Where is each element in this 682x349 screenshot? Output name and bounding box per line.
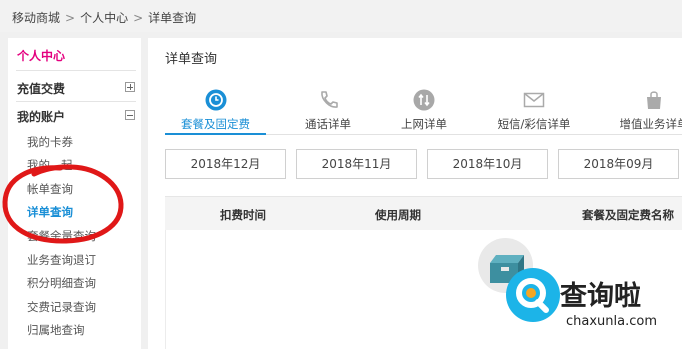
- sidebar: 个人中心 充值交费 我的账户 我的卡券 我的...起 帐单查询 详单查询 套餐余…: [8, 38, 141, 349]
- data-arrows-icon: [413, 89, 435, 111]
- sidebar-item-detail-query[interactable]: 详单查询: [27, 204, 73, 220]
- watermark: 查询啦 chaxunla.com: [498, 256, 682, 349]
- column-header-package-fee-name: 套餐及固定费名称: [582, 208, 674, 222]
- breadcrumb-item-mall[interactable]: 移动商城: [12, 11, 60, 25]
- sidebar-group-my-account[interactable]: 我的账户: [17, 108, 135, 125]
- envelope-icon: [523, 89, 545, 111]
- breadcrumb-item-current: 详单查询: [148, 11, 197, 25]
- sidebar-item-my-coupons[interactable]: 我的卡券: [27, 134, 73, 150]
- sidebar-item-bill-query[interactable]: 帐单查询: [27, 181, 73, 197]
- tab-label: 套餐及固定费: [181, 117, 250, 131]
- watermark-name: 查询啦: [560, 281, 641, 312]
- breadcrumb-separator: >: [65, 11, 76, 25]
- tab-label: 通话详单: [305, 117, 351, 131]
- tab-internet-details[interactable]: 上网详单: [384, 89, 464, 133]
- phone-icon: [317, 89, 339, 111]
- tab-label: 增值业务详单: [619, 117, 682, 131]
- tab-package-fixed-fee[interactable]: 套餐及固定费: [165, 89, 266, 133]
- sidebar-item-points-detail[interactable]: 积分明细查询: [27, 275, 96, 291]
- clock-icon: [205, 89, 227, 111]
- sidebar-item-package-balance[interactable]: 套餐余量查询: [27, 228, 96, 244]
- breadcrumb: 移动商城 > 个人中心 > 详单查询: [0, 0, 682, 32]
- breadcrumb-separator: >: [133, 11, 144, 25]
- sidebar-title: 个人中心: [17, 49, 66, 63]
- month-button-2018-12[interactable]: 2018年12月: [165, 149, 286, 179]
- month-button-2018-09[interactable]: 2018年09月: [558, 149, 679, 179]
- breadcrumb-item-personal-center[interactable]: 个人中心: [80, 11, 128, 25]
- month-button-2018-11[interactable]: 2018年11月: [296, 149, 417, 179]
- sidebar-item-partial[interactable]: 我的...起: [27, 157, 72, 173]
- chaxunla-logo: [506, 268, 560, 322]
- tab-sms-mms-details[interactable]: 短信/彩信详单: [486, 89, 582, 133]
- tab-value-added-details[interactable]: 增值业务详单: [606, 89, 682, 133]
- tab-call-details[interactable]: 通话详单: [288, 89, 368, 133]
- month-button-2018-10[interactable]: 2018年10月: [427, 149, 548, 179]
- sidebar-group-label: 我的账户: [17, 110, 66, 124]
- table-header: 扣费时间 使用周期 套餐及固定费名称: [165, 196, 682, 230]
- page-title: 详单查询: [165, 52, 218, 67]
- sidebar-item-payment-records[interactable]: 交费记录查询: [27, 299, 96, 315]
- watermark-url: chaxunla.com: [566, 314, 657, 329]
- sidebar-group-label: 充值交费: [17, 82, 66, 96]
- divider: [16, 101, 136, 102]
- active-tab-indicator: [165, 133, 266, 135]
- sidebar-item-home-location[interactable]: 归属地查询: [27, 322, 85, 338]
- tab-label: 短信/彩信详单: [497, 117, 571, 131]
- tab-label: 上网详单: [401, 117, 447, 131]
- collapse-minus-icon[interactable]: [125, 110, 135, 120]
- sidebar-group-recharge[interactable]: 充值交费: [17, 80, 135, 97]
- divider: [16, 70, 136, 71]
- sidebar-item-service-unsubscribe[interactable]: 业务查询退订: [27, 252, 96, 268]
- column-header-charge-time: 扣费时间: [220, 208, 266, 222]
- column-header-usage-period: 使用周期: [375, 208, 421, 222]
- shopping-bag-icon: [643, 89, 665, 111]
- expand-plus-icon[interactable]: [125, 82, 135, 92]
